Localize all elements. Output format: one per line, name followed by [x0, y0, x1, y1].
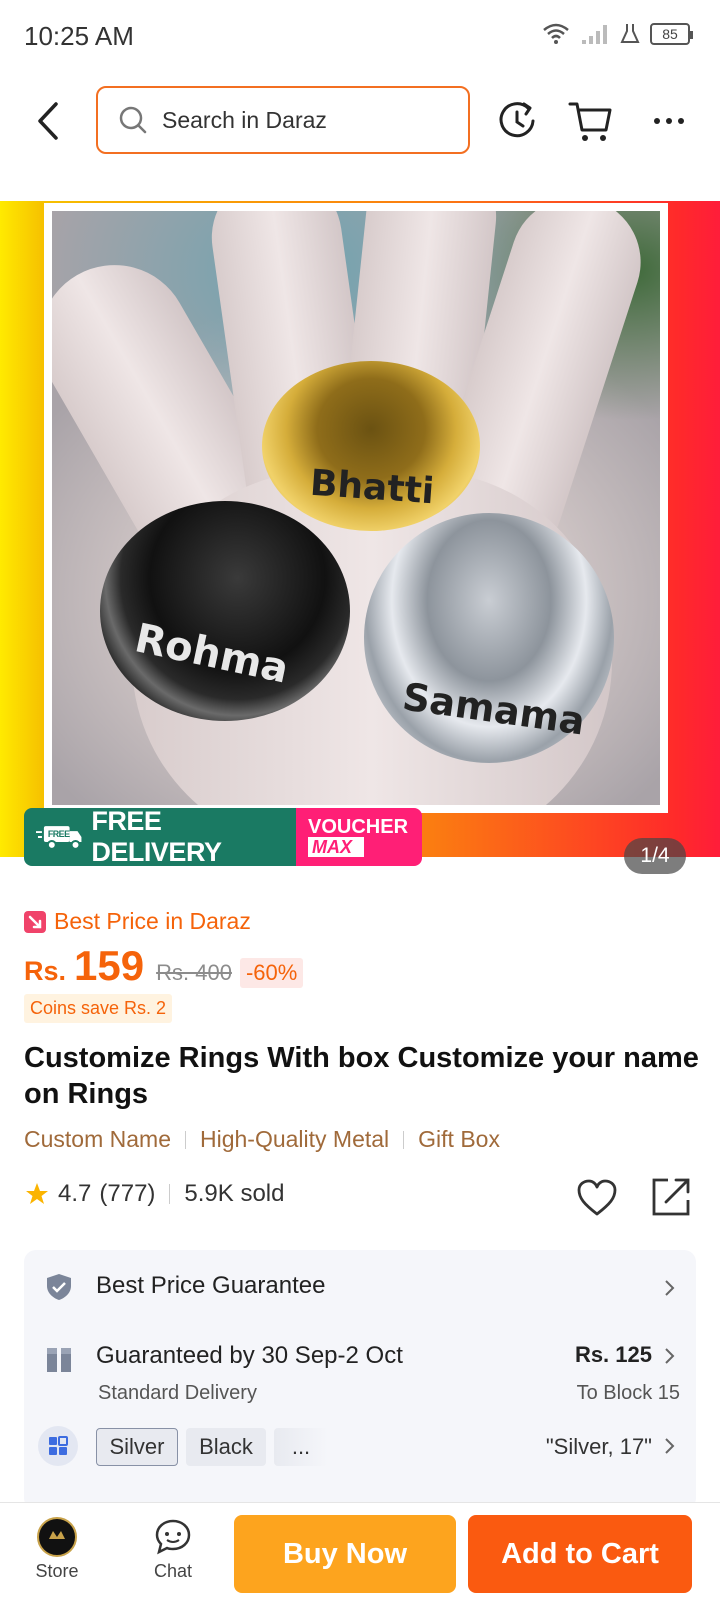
- product-title: Customize Rings With box Customize your …: [24, 1042, 699, 1110]
- product-image: Bhatti Rohma Samama: [52, 211, 660, 805]
- search-icon: [119, 106, 147, 134]
- tag-divider: [184, 1130, 186, 1149]
- shipping-location: To Block 15: [576, 1382, 680, 1404]
- shipping-fee: Rs. 125: [574, 1342, 652, 1367]
- buy-now-button[interactable]: Buy Now: [234, 1515, 456, 1593]
- rating-divider: [169, 1184, 171, 1204]
- tag-gift-box: Gift Box: [418, 1126, 500, 1152]
- more-icon: [654, 118, 684, 124]
- current-price: 159: [74, 942, 145, 989]
- top-nav: Search in Daraz: [0, 86, 720, 156]
- variant-silver[interactable]: Silver: [96, 1428, 178, 1466]
- cart-button[interactable]: [568, 98, 614, 144]
- variant-more[interactable]: ...: [274, 1428, 328, 1466]
- battery-indicator: 85: [650, 23, 693, 45]
- free-delivery-section: FREE FREE DELIVERY: [24, 808, 296, 866]
- refresh-icon: [499, 102, 535, 138]
- sold-count: 5.9K sold: [184, 1180, 285, 1207]
- variant-row[interactable]: Silver Black ... "Silver, 17": [24, 1422, 696, 1488]
- delivery-row[interactable]: Guaranteed by 30 Sep-2 Oct Standard Deli…: [24, 1326, 696, 1422]
- chat-icon: [155, 1519, 191, 1555]
- chevron-right-icon: [665, 1438, 675, 1454]
- ring-name-bhatti: Bhatti: [308, 462, 436, 513]
- selected-variant: "Silver, 17": [545, 1434, 652, 1459]
- truck-icon: FREE: [36, 826, 82, 850]
- delivery-type: Standard Delivery: [98, 1382, 257, 1404]
- rating-row[interactable]: 4.7 (777) 5.9K sold: [24, 1180, 284, 1208]
- store-label: Store: [35, 1561, 79, 1581]
- guarantee-label: Best Price Guarantee: [96, 1272, 326, 1299]
- search-placeholder: Search in Daraz: [162, 106, 327, 133]
- price-guarantee-row[interactable]: Best Price Guarantee: [24, 1250, 696, 1326]
- status-icons: 85: [542, 22, 693, 46]
- heart-icon: [577, 1179, 617, 1216]
- cart-icon: [568, 102, 612, 141]
- coins-badge: Coins save Rs. 2: [24, 994, 173, 1023]
- status-time: 10:25 AM: [24, 20, 134, 51]
- product-tags: Custom Name High-Quality Metal Gift Box: [24, 1126, 500, 1153]
- add-to-cart-button[interactable]: Add to Cart: [468, 1515, 692, 1593]
- wifi-icon: [543, 23, 569, 44]
- star-icon: [26, 1183, 48, 1204]
- share-button[interactable]: [650, 1176, 692, 1218]
- tag-metal: High-Quality Metal: [199, 1126, 390, 1152]
- truck-free-label: FREE: [48, 829, 70, 839]
- original-price: Rs. 400: [156, 960, 232, 985]
- store-button[interactable]: Store: [22, 1517, 92, 1582]
- package-icon: [47, 1348, 71, 1372]
- black-ring: [100, 501, 350, 721]
- share-icon: [652, 1178, 690, 1216]
- max-label: MAX: [308, 837, 364, 857]
- discount-badge: -60%: [239, 958, 304, 988]
- review-count: (777): [99, 1180, 156, 1207]
- chat-label: Chat: [153, 1561, 193, 1581]
- shield-check-icon: [47, 1274, 71, 1300]
- image-counter: 1/4: [624, 838, 686, 874]
- free-delivery-label: FREE DELIVERY: [91, 808, 222, 866]
- flask-icon: [620, 24, 640, 43]
- best-price-label: Best Price in Daraz: [54, 908, 251, 934]
- bottom-action-bar: Store Chat Buy Now Add to Cart: [0, 1502, 720, 1600]
- rating-value: 4.7: [58, 1180, 92, 1207]
- signal-icon: [582, 25, 607, 44]
- free-delivery-badge: FREE FREE DELIVERY VOUCHER MAX: [24, 808, 422, 866]
- refresh-button[interactable]: [494, 98, 540, 144]
- tag-custom-name: Custom Name: [24, 1126, 171, 1152]
- wishlist-button[interactable]: [576, 1178, 618, 1218]
- variant-black[interactable]: Black: [186, 1428, 266, 1466]
- chevron-right-icon: [665, 1348, 675, 1364]
- price-row: Rs. 159 Rs. 400 -60%: [24, 942, 304, 990]
- delivery-date: Guaranteed by 30 Sep-2 Oct: [96, 1342, 403, 1369]
- voucher-max-section: VOUCHER MAX: [296, 808, 422, 866]
- voucher-label: VOUCHER: [308, 816, 409, 838]
- grid-icon: [49, 1436, 68, 1455]
- tag-divider: [403, 1130, 405, 1149]
- chevron-right-icon: [665, 1280, 675, 1296]
- more-button[interactable]: [648, 98, 694, 144]
- best-price-banner: Best Price in Daraz: [24, 908, 251, 935]
- search-input[interactable]: Search in Daraz: [96, 86, 470, 154]
- back-arrow-icon: [38, 102, 58, 140]
- status-bar: 10:25 AM 85: [0, 0, 720, 72]
- price-tag-icon: [24, 910, 46, 933]
- chat-button[interactable]: Chat: [138, 1517, 208, 1582]
- product-gallery[interactable]: Bhatti Rohma Samama: [0, 201, 720, 857]
- price-currency: Rs.: [24, 956, 67, 986]
- info-card: Best Price Guarantee Guaranteed by 30 Se…: [24, 1250, 696, 1510]
- product-photo: Bhatti Rohma Samama: [44, 203, 668, 813]
- back-button[interactable]: [30, 96, 70, 146]
- store-logo: [37, 1517, 77, 1557]
- variant-icon-wrap: [38, 1426, 78, 1466]
